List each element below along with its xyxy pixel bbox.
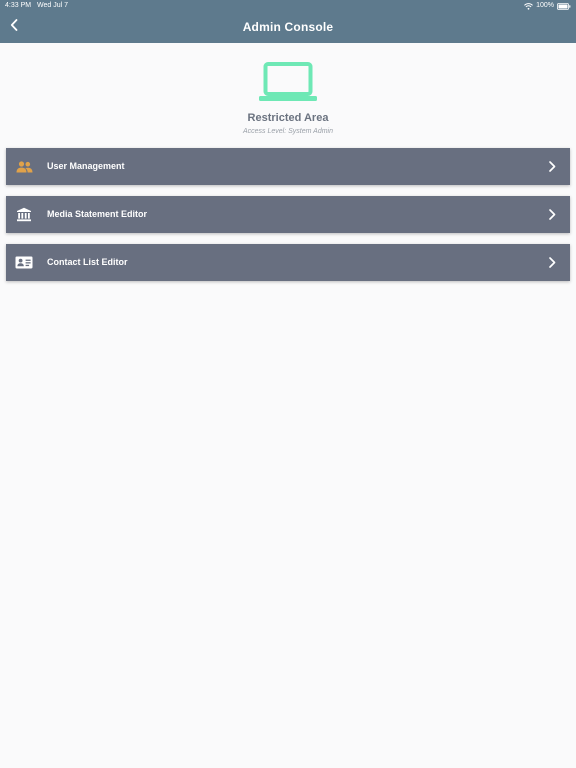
status-indicators: 100% xyxy=(524,0,571,12)
chevron-right-icon xyxy=(547,208,557,221)
navigation-bar: Admin Console xyxy=(0,12,576,43)
restricted-area-header: Restricted Area Access Level: System Adm… xyxy=(0,60,576,135)
access-level-subtitle: Access Level: System Admin xyxy=(243,128,333,135)
bank-icon xyxy=(15,206,33,223)
menu-item-label: Media Statement Editor xyxy=(47,209,148,219)
contact-card-icon xyxy=(15,254,33,271)
status-bar: 4:33 PM Wed Jul 7 100% xyxy=(0,0,576,12)
menu-item-label: User Management xyxy=(47,161,125,171)
status-date: Wed Jul 7 xyxy=(37,2,68,9)
page-title: Admin Console xyxy=(242,20,334,34)
chevron-right-icon xyxy=(547,160,557,173)
battery-percent: 100% xyxy=(536,2,554,9)
menu-item-user-management[interactable]: User Management xyxy=(6,148,570,185)
status-time: 4:33 PM xyxy=(5,2,32,9)
wifi-icon xyxy=(524,2,533,10)
users-icon xyxy=(15,158,33,175)
restricted-area-title: Restricted Area xyxy=(247,112,329,124)
menu-item-contact-list-editor[interactable]: Contact List Editor xyxy=(6,244,570,281)
battery-icon xyxy=(557,2,571,10)
menu-item-media-statement-editor[interactable]: Media Statement Editor xyxy=(6,196,570,233)
chevron-right-icon xyxy=(547,256,557,269)
laptop-icon xyxy=(259,60,317,102)
menu-item-label: Contact List Editor xyxy=(47,257,128,267)
top-bar: 4:33 PM Wed Jul 7 100% Admin Console xyxy=(0,0,576,43)
admin-menu: User Management Media Statement Editor C… xyxy=(6,148,570,292)
